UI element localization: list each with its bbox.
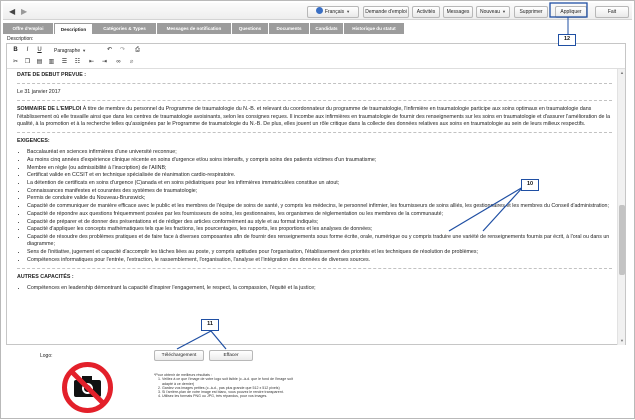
list-item: Capacité de répondre aux questions fréqu… (27, 211, 612, 218)
indent-icon[interactable]: ⇥ (100, 58, 109, 67)
language-select[interactable]: Français ▼ (307, 6, 359, 18)
logo-hints: *Pour obtenir de meilleurs résultats : V… (154, 373, 304, 399)
tab-documents[interactable]: Documents (269, 23, 310, 34)
bold-icon[interactable]: B (11, 46, 20, 55)
activities-button[interactable]: Activités (412, 6, 440, 18)
tab-questions[interactable]: Questions (232, 23, 269, 34)
callout-10: 10 (521, 179, 539, 191)
list-item: Permis de conduire valide du Nouveau-Bru… (27, 195, 612, 202)
italic-icon[interactable]: I (23, 46, 32, 55)
list-item: Compétences en leadership démontrant la … (27, 285, 612, 292)
divider (17, 132, 612, 134)
editor-toolbar: B I U Paragraphe ▼ ↶ ↷ ⎙ ✂ ❐ ▤ ▥ ☰ ☷ ⇤ ⇥ … (7, 44, 625, 69)
tab-categories[interactable]: Catégories & Types (93, 23, 157, 34)
window: ◀ ▶ Français ▼ Demande d'emploi Activités… (0, 0, 635, 419)
no-camera-icon (62, 362, 113, 413)
tab-job-offer[interactable]: Offre d'emploi (3, 23, 54, 34)
copy-icon[interactable]: ❐ (23, 58, 32, 67)
globe-icon (315, 7, 323, 14)
undo-icon[interactable]: ↶ (105, 46, 114, 55)
list-item: Capacité de résoudre des problèmes prati… (27, 234, 612, 248)
rich-text-editor[interactable]: B I U Paragraphe ▼ ↶ ↷ ⎙ ✂ ❐ ▤ ▥ ☰ ☷ ⇤ ⇥ … (6, 43, 626, 345)
start-date-heading: DATE DE DÉBUT PRÉVUE : (17, 72, 87, 78)
redo-icon[interactable]: ↷ (118, 46, 127, 55)
clear-button[interactable]: Effacer (209, 350, 253, 361)
paste-text-icon[interactable]: ▥ (47, 58, 56, 67)
editor-scrollbar[interactable]: ▲ ▼ (617, 69, 625, 345)
tab-description[interactable]: Description (54, 23, 93, 34)
unlink-icon[interactable]: ⌀ (127, 58, 136, 67)
divider (17, 267, 612, 269)
tab-candidates[interactable]: Candidats (310, 23, 344, 34)
list-item: Capacité d'appliquer les concepts mathém… (27, 226, 612, 233)
scroll-up-icon[interactable]: ▲ (619, 70, 625, 76)
top-toolbar: ◀ ▶ Français ▼ Demande d'emploi Activités… (3, 3, 632, 20)
hint-item: Utilisez les formats PNG ou JPG, très ré… (162, 394, 304, 398)
divider (17, 100, 612, 102)
chevron-down-icon: ▼ (502, 9, 506, 14)
paragraph-select[interactable]: Paragraphe ▼ (54, 46, 86, 55)
messages-button[interactable]: Messages (443, 6, 473, 18)
cut-icon[interactable]: ✂ (11, 58, 20, 67)
other-capacities-heading: AUTRES CAPACITÉS : (17, 273, 74, 280)
job-request-button[interactable]: Demande d'emploi (363, 6, 409, 18)
list-item: Capacité de préparer et de donner des pr… (27, 219, 612, 226)
forward-arrow-icon[interactable]: ▶ (21, 7, 31, 17)
list-item: Au moins cinq années d'expérience cliniq… (27, 157, 612, 164)
callout-11: 11 (201, 319, 219, 331)
list-item: Baccalauréat en sciences infirmières d'u… (27, 149, 612, 156)
upload-button[interactable]: Téléchargement (154, 350, 204, 361)
back-arrow-icon[interactable]: ◀ (9, 7, 19, 17)
job-summary: SOMMAIRE DE L'EMPLOI À titre de membre d… (17, 106, 612, 128)
description-label: Description: (7, 36, 34, 42)
numbered-list-icon[interactable]: ☷ (73, 58, 82, 67)
underline-icon[interactable]: U (35, 46, 44, 55)
job-summary-label: SOMMAIRE DE L'EMPLOI (17, 106, 82, 113)
bullet-list-icon[interactable]: ☰ (60, 58, 69, 67)
scroll-down-icon[interactable]: ▼ (619, 338, 625, 344)
scrollbar-thumb[interactable] (619, 205, 625, 275)
start-date: Le 31 janvier 2017 (17, 89, 61, 96)
callout-12: 12 (558, 34, 576, 46)
tab-status-history[interactable]: Historique du statut (344, 23, 405, 34)
new-button[interactable]: Nouveau ▼ (476, 6, 510, 18)
delete-button[interactable]: Supprimer (514, 6, 548, 18)
logo-label: Logo: (40, 353, 53, 359)
hint-item: Veillez à ce que l'image de votre logo s… (162, 377, 304, 386)
tab-notifications[interactable]: Messages de notification (157, 23, 232, 34)
other-capacities-list: Compétences en leadership démontrant la … (27, 285, 612, 292)
done-button[interactable]: Fait (595, 6, 629, 18)
requirements-heading: EXIGENCES: (17, 138, 50, 145)
requirements-list: Baccalauréat en sciences infirmières d'u… (27, 149, 612, 264)
list-item: Membre en règle (ou admissibilité à l'in… (27, 165, 612, 172)
divider (17, 83, 612, 85)
list-item: Compétences informatiques pour l'entrée,… (27, 257, 612, 264)
apply-button[interactable]: Appliquer (555, 6, 587, 18)
paste-icon[interactable]: ▤ (35, 58, 44, 67)
editor-content[interactable]: DATE DE DÉBUT PRÉVUE : Le 31 janvier 201… (17, 72, 612, 344)
chevron-down-icon: ▼ (346, 9, 351, 14)
link-icon[interactable]: ∞ (114, 58, 123, 67)
outdent-icon[interactable]: ⇤ (87, 58, 96, 67)
print-icon[interactable]: ⎙ (133, 46, 142, 55)
job-summary-text: À titre de membre du personnel du Progra… (17, 106, 611, 127)
chevron-down-icon: ▼ (82, 48, 87, 53)
list-item: Capacité de communiquer de manière effic… (27, 203, 612, 210)
list-item: Sens de l'initiative, jugement et capaci… (27, 249, 612, 256)
